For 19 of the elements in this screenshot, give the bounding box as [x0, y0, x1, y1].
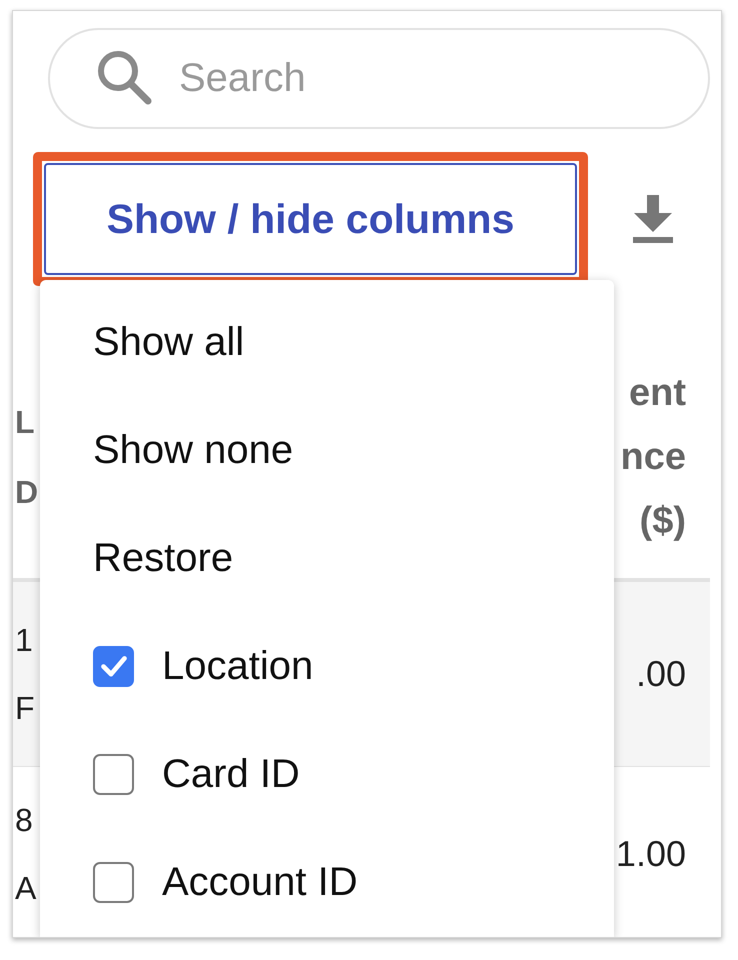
table-cell-text: 8 A — [14, 801, 36, 908]
menu-item[interactable]: Account ID — [40, 828, 614, 936]
table-cell-text: .00 — [636, 652, 687, 696]
column-header: L D — [14, 402, 38, 512]
checkbox[interactable] — [93, 862, 134, 902]
column-header: ent nce ($) — [620, 370, 687, 544]
table-cell-text: 1 F — [14, 621, 35, 728]
search-icon — [96, 49, 152, 105]
search-field[interactable]: Search — [48, 28, 710, 129]
columns-button[interactable]: Show / hide columns — [44, 163, 577, 275]
menu-item[interactable]: Location — [40, 612, 614, 720]
table-cell-text: 1.00 — [616, 832, 687, 876]
checkbox[interactable] — [93, 646, 134, 686]
menu-item[interactable]: Show all — [40, 288, 614, 396]
checkbox[interactable] — [93, 754, 134, 794]
menu-item[interactable]: Restore — [40, 504, 614, 612]
download-icon[interactable] — [633, 195, 673, 243]
menu-item[interactable]: Show none — [40, 396, 614, 504]
menu-item[interactable]: Card ID — [40, 720, 614, 828]
